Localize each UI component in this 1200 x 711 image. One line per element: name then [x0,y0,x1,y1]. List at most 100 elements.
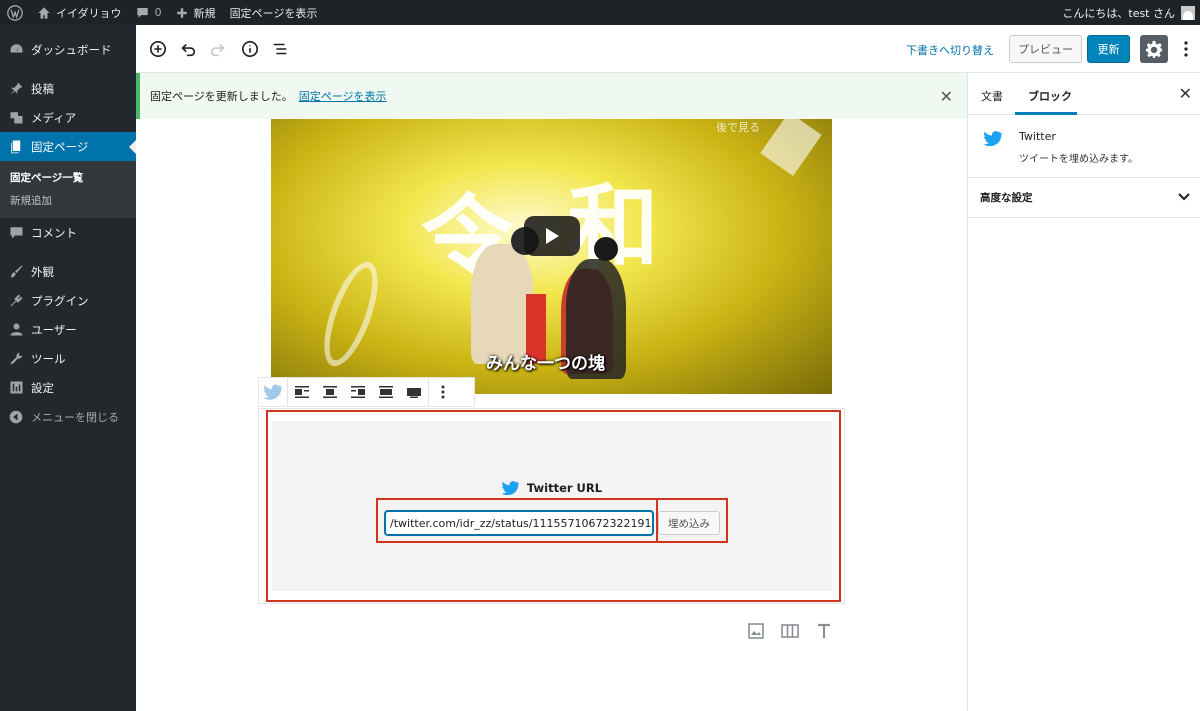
redo-button[interactable] [208,39,228,59]
sidebar-item-label: コメント [31,225,77,240]
sidebar-item-settings[interactable]: 設定 [0,373,136,402]
settings-icon [8,380,24,396]
chevron-down-icon [1178,193,1190,201]
notice-view-page-link[interactable]: 固定ページを表示 [299,88,387,104]
settings-sidebar: 文書 ブロック ✕ Twitter ツイートを埋め込みます。 高度な設定 [967,73,1200,711]
video-play-button[interactable] [524,216,580,256]
advanced-settings-label: 高度な設定 [980,192,1033,204]
admin-bar: イイダリョウ 0 新規 固定ページを表示 こんにちは、test さん [0,0,1200,25]
close-icon[interactable]: ✕ [1179,84,1192,103]
panel-tabs: 文書 ブロック ✕ [968,73,1200,115]
preview-button[interactable]: プレビュー [1009,35,1082,63]
new-label: 新規 [193,6,216,20]
redo-icon [210,43,225,57]
update-button[interactable]: 更新 [1087,35,1130,63]
align-wide-button[interactable] [372,378,400,406]
columns-block-button[interactable] [780,621,800,641]
sidebar-item-label: 外観 [31,264,54,279]
tab-document[interactable]: 文書 [981,88,1003,104]
sidebar-item-pages[interactable]: 固定ページ [0,132,136,161]
switch-to-draft-button[interactable]: 下書きへ切り替え [906,42,994,58]
align-left-icon [295,386,309,398]
settings-toggle-button[interactable] [1140,35,1168,63]
align-full-icon [407,388,421,398]
sidebar-item-tools[interactable]: ツール [0,344,136,373]
notice-close-icon[interactable]: ✕ [940,87,953,106]
decorative-swirl [760,119,822,176]
sidebar-item-label: メディア [31,110,77,125]
block-navigation-button[interactable] [270,39,290,59]
video-figure-head [594,237,618,261]
info-button[interactable] [240,39,260,59]
comment-bubble-icon [136,7,148,18]
sidebar-item-posts[interactable]: 投稿 [0,74,136,103]
align-left-button[interactable] [288,378,316,406]
sidebar-item-media[interactable]: メディア [0,103,136,132]
image-block-button[interactable] [746,621,766,641]
editor-toolbar: 下書きへ切り替え プレビュー 更新 [136,25,1200,73]
plugin-icon [8,293,24,309]
decorative-swirl [313,255,389,373]
sidebar-item-label: 固定ページ [31,139,89,154]
play-icon [546,228,559,244]
youtube-embed[interactable]: 令 和 後で見る みんな一つの塊 [271,119,832,394]
watch-later-text: 後で見る [716,121,760,134]
align-full-button[interactable] [400,378,428,406]
image-icon [748,623,764,639]
highlight-box-button [656,498,728,543]
site-name-link[interactable]: イイダリョウ [30,0,129,25]
sidebar-item-dashboard[interactable]: ダッシュボード [0,35,136,64]
sidebar-item-comments[interactable]: コメント [0,218,136,247]
view-page-link[interactable]: 固定ページを表示 [223,0,325,25]
pin-icon [8,81,24,97]
sidebar-item-appearance[interactable]: 外観 [0,257,136,286]
align-center-button[interactable] [316,378,344,406]
collapse-menu-label: メニューを閉じる [31,410,119,424]
comments-link[interactable]: 0 [129,0,169,25]
columns-icon [781,624,799,638]
media-icon [8,110,24,126]
block-card-title: Twitter [1019,130,1056,143]
new-content-link[interactable]: 新規 [169,0,223,25]
tab-block[interactable]: ブロック [1028,88,1072,104]
plus-icon [176,7,187,18]
align-right-button[interactable] [344,378,372,406]
wordpress-logo[interactable] [0,0,30,25]
align-right-icon [351,386,365,398]
view-page-label: 固定ページを表示 [229,6,318,20]
twitter-icon [984,131,1002,146]
sidebar-item-plugins[interactable]: プラグイン [0,286,136,315]
more-menu-button[interactable] [1180,39,1192,59]
my-account[interactable]: こんにちは、test さん [1062,0,1195,25]
collapse-menu-button[interactable]: メニューを閉じる [0,402,136,431]
page-icon [8,139,24,155]
undo-button[interactable] [178,39,198,59]
list-icon [273,43,287,55]
notice-message: 固定ページを更新しました。 [150,90,293,103]
twitter-icon [264,384,282,400]
block-type-button[interactable] [259,378,287,406]
sidebar-item-label: ダッシュボード [31,42,112,57]
heading-block-button[interactable] [814,621,834,641]
advanced-settings-toggle[interactable]: 高度な設定 [968,178,1200,218]
sidebar-item-label: 投稿 [31,81,54,96]
sidebar-item-label: 設定 [31,380,54,395]
site-name: イイダリョウ [56,6,122,20]
submenu-all-pages[interactable]: 固定ページ一覧 [0,166,136,189]
block-more-options-button[interactable] [429,378,457,406]
add-block-button[interactable] [148,39,168,59]
heading-icon [818,623,830,638]
block-card: Twitter ツイートを埋め込みます。 [968,115,1200,178]
avatar [1181,5,1195,20]
wordpress-icon [7,4,23,21]
sidebar-item-users[interactable]: ユーザー [0,315,136,344]
editor-canvas: 令 和 後で見る みんな一つの塊 Twitter URL /twitter.co… [136,119,967,711]
vertical-dots-icon [1184,41,1188,57]
video-caption: みんな一つの塊 [486,354,605,374]
comment-count: 0 [154,6,162,19]
user-icon [8,322,24,338]
block-toolbar [258,377,475,407]
success-notice: 固定ページを更新しました。 固定ページを表示 ✕ [136,73,967,119]
submenu-add-new[interactable]: 新規追加 [0,189,136,212]
pages-submenu: 固定ページ一覧 新規追加 [0,161,136,218]
